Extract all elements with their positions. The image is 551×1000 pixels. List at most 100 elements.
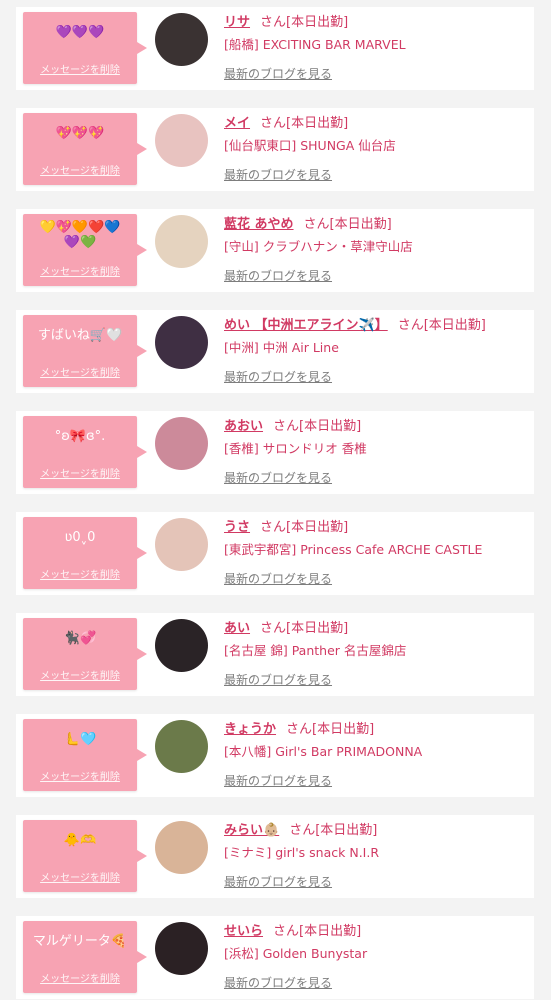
message-text: 🐈‍⬛💞 xyxy=(63,631,97,646)
delete-message-link[interactable]: メッセージを削除 xyxy=(23,465,137,480)
delete-message-link[interactable]: メッセージを削除 xyxy=(23,162,137,177)
shop-name: [ミナミ] girl's snack N.I.R xyxy=(224,845,380,860)
avatar[interactable] xyxy=(155,922,208,975)
latest-blog-link[interactable]: 最新のブログを見る xyxy=(224,772,332,789)
avatar[interactable] xyxy=(155,720,208,773)
delete-message-link[interactable]: メッセージを削除 xyxy=(23,61,137,76)
cast-info: あい さん[本日出勤] [名古屋 錦] Panther 名古屋錦店 最新のブログを… xyxy=(224,619,528,688)
message-text: °ʚ🎀ɞ°. xyxy=(54,429,106,444)
honorific: さん xyxy=(260,116,287,131)
cast-info: うさ さん[本日出勤] [東武宇都宮] Princess Cafe ARCHE C… xyxy=(224,518,528,587)
cast-name-link[interactable]: みらい👶🏼 xyxy=(224,823,279,838)
honorific: さん xyxy=(273,419,300,434)
cast-info: リサ さん[本日出勤] [船橋] EXCITING BAR MARVEL 最新のブ… xyxy=(224,13,528,82)
avatar[interactable] xyxy=(155,215,208,268)
avatar[interactable] xyxy=(155,316,208,369)
cast-info: きょうか さん[本日出勤] [本八幡] Girl's Bar PRIMADONNA… xyxy=(224,720,528,789)
message-bubble: 🐥🫶 メッセージを削除 xyxy=(23,820,147,892)
cast-name-link[interactable]: メイ xyxy=(224,116,250,131)
status-text: [本日出勤] xyxy=(286,116,349,131)
cast-info: あおい さん[本日出勤] [香椎] サロンドリオ 香椎 最新のブログを見る xyxy=(224,417,528,486)
latest-blog-link[interactable]: 最新のブログを見る xyxy=(224,267,332,284)
list-item: 💖💖💖 メッセージを削除 メイ さん[本日出勤] [仙台駅東口] SHUNGA 仙… xyxy=(16,108,534,191)
status-text: [本日出勤] xyxy=(329,217,392,232)
message-bubble: すばいね🛒🤍 メッセージを削除 xyxy=(23,315,147,387)
cast-name-link[interactable]: あおい xyxy=(224,419,263,434)
list-item: 🐈‍⬛💞 メッセージを削除 あい さん[本日出勤] [名古屋 錦] Panther… xyxy=(16,613,534,696)
latest-blog-link[interactable]: 最新のブログを見る xyxy=(224,166,332,183)
cast-name-link[interactable]: 藍花 あやめ xyxy=(224,217,294,232)
list-item: すばいね🛒🤍 メッセージを削除 めい 【中洲エアライン✈️】 さん[本日出勤] [… xyxy=(16,310,534,393)
delete-message-link[interactable]: メッセージを削除 xyxy=(23,667,137,682)
message-text: ʋ0ˬ0 xyxy=(64,530,96,545)
message-bubble: ʋ0ˬ0 メッセージを削除 xyxy=(23,517,147,589)
cast-info: メイ さん[本日出勤] [仙台駅東口] SHUNGA 仙台店 最新のブログを見る xyxy=(224,114,528,183)
latest-blog-link[interactable]: 最新のブログを見る xyxy=(224,671,332,688)
status-text: [本日出勤] xyxy=(299,924,362,939)
avatar[interactable] xyxy=(155,114,208,167)
honorific: さん xyxy=(397,318,424,333)
status-text: [本日出勤] xyxy=(286,621,349,636)
avatar[interactable] xyxy=(155,13,208,66)
cast-name-link[interactable]: きょうか xyxy=(224,722,276,737)
shop-name: [香椎] サロンドリオ 香椎 xyxy=(224,441,367,456)
shop-name: [浜松] Golden Bunystar xyxy=(224,946,368,961)
list-item: マルゲリータ🍕 メッセージを削除 せいら さん[本日出勤] [浜松] Golden… xyxy=(16,916,534,999)
shop-name: [中洲] 中洲 Air Line xyxy=(224,340,339,355)
avatar[interactable] xyxy=(155,821,208,874)
honorific: さん xyxy=(289,823,316,838)
list-item: 💛💖🧡❤️💙💜💚 メッセージを削除 藍花 あやめ さん[本日出勤] [守山] クラ… xyxy=(16,209,534,292)
delete-message-link[interactable]: メッセージを削除 xyxy=(23,566,137,581)
cast-info: めい 【中洲エアライン✈️】 さん[本日出勤] [中洲] 中洲 Air Line … xyxy=(224,316,528,385)
list-item: 🫷🩵 メッセージを削除 きょうか さん[本日出勤] [本八幡] Girl's Ba… xyxy=(16,714,534,797)
honorific: さん xyxy=(260,621,287,636)
delete-message-link[interactable]: メッセージを削除 xyxy=(23,970,137,985)
avatar[interactable] xyxy=(155,619,208,672)
honorific: さん xyxy=(260,520,287,535)
honorific: さん xyxy=(273,924,300,939)
latest-blog-link[interactable]: 最新のブログを見る xyxy=(224,469,332,486)
latest-blog-link[interactable]: 最新のブログを見る xyxy=(224,873,332,890)
delete-message-link[interactable]: メッセージを削除 xyxy=(23,263,137,278)
message-text: 💖💖💖 xyxy=(55,126,105,141)
status-text: [本日出勤] xyxy=(423,318,486,333)
message-text: 🐥🫶 xyxy=(63,833,97,848)
status-text: [本日出勤] xyxy=(299,419,362,434)
status-text: [本日出勤] xyxy=(315,823,378,838)
avatar[interactable] xyxy=(155,417,208,470)
list-item: °ʚ🎀ɞ°. メッセージを削除 あおい さん[本日出勤] [香椎] サロンドリオ … xyxy=(16,411,534,494)
cast-name-link[interactable]: せいら xyxy=(224,924,263,939)
shop-name: [守山] クラブハナン・草津守山店 xyxy=(224,239,413,254)
delete-message-link[interactable]: メッセージを削除 xyxy=(23,768,137,783)
cast-name-link[interactable]: リサ xyxy=(224,15,250,30)
list-item: 💜💜💜 メッセージを削除 リサ さん[本日出勤] [船橋] EXCITING BA… xyxy=(16,7,534,90)
delete-message-link[interactable]: メッセージを削除 xyxy=(23,364,137,379)
cast-name-link[interactable]: うさ xyxy=(224,520,250,535)
latest-blog-link[interactable]: 最新のブログを見る xyxy=(224,570,332,587)
shop-name: [東武宇都宮] Princess Cafe ARCHE CASTLE xyxy=(224,542,483,557)
latest-blog-link[interactable]: 最新のブログを見る xyxy=(224,974,332,991)
latest-blog-link[interactable]: 最新のブログを見る xyxy=(224,65,332,82)
cast-name-link[interactable]: めい 【中洲エアライン✈️】 xyxy=(224,318,388,333)
avatar[interactable] xyxy=(155,518,208,571)
cast-info: せいら さん[本日出勤] [浜松] Golden Bunystar 最新のブログを… xyxy=(224,922,528,991)
message-bubble: 🫷🩵 メッセージを削除 xyxy=(23,719,147,791)
message-bubble: 🐈‍⬛💞 メッセージを削除 xyxy=(23,618,147,690)
latest-blog-link[interactable]: 最新のブログを見る xyxy=(224,368,332,385)
message-text: 🫷🩵 xyxy=(63,732,97,747)
cast-info: 藍花 あやめ さん[本日出勤] [守山] クラブハナン・草津守山店 最新のブログを… xyxy=(224,215,528,284)
message-bubble: マルゲリータ🍕 メッセージを削除 xyxy=(23,921,147,993)
status-text: [本日出勤] xyxy=(286,520,349,535)
status-text: [本日出勤] xyxy=(312,722,375,737)
message-text: すばいね🛒🤍 xyxy=(37,328,123,343)
list-item: ʋ0ˬ0 メッセージを削除 うさ さん[本日出勤] [東武宇都宮] Princes… xyxy=(16,512,534,595)
list-item: 🐥🫶 メッセージを削除 みらい👶🏼 さん[本日出勤] [ミナミ] girl's s… xyxy=(16,815,534,898)
status-text: [本日出勤] xyxy=(286,15,349,30)
message-bubble: 💖💖💖 メッセージを削除 xyxy=(23,113,147,185)
message-text: 💛💖🧡❤️💙💜💚 xyxy=(39,220,121,250)
message-bubble: 💛💖🧡❤️💙💜💚 メッセージを削除 xyxy=(23,214,147,286)
shop-name: [船橋] EXCITING BAR MARVEL xyxy=(224,37,406,52)
cast-name-link[interactable]: あい xyxy=(224,621,250,636)
delete-message-link[interactable]: メッセージを削除 xyxy=(23,869,137,884)
shop-name: [名古屋 錦] Panther 名古屋錦店 xyxy=(224,643,407,658)
